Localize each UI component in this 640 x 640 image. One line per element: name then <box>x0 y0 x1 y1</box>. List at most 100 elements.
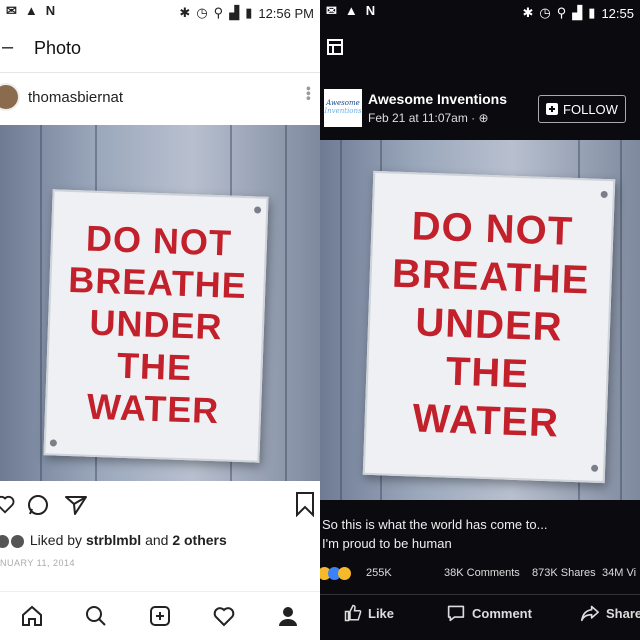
likes-line: Liked by strblmbl and 2 others <box>0 532 227 548</box>
post-date-text: Feb 21 at 11:07am · <box>368 111 479 125</box>
comment-count[interactable]: 38K Comments <box>444 567 520 579</box>
search-icon[interactable] <box>84 604 108 628</box>
sign-bolt <box>253 206 262 214</box>
sign-line: BREATHE <box>67 258 248 307</box>
window-icon[interactable] <box>326 38 344 56</box>
instagram-screen: ✉ ▲ N ✱ ◷ ⚲ ▟ ▮ 12:56 PM – Photo thomasb… <box>0 0 320 640</box>
page-title: Photo <box>34 38 82 58</box>
like-label: Like <box>368 605 395 621</box>
post-stats: 255K 38K Comments 873K Shares 34M Vi <box>320 566 640 584</box>
bottom-nav <box>0 591 320 640</box>
view-count: 34M Vi <box>602 567 637 579</box>
sign-line: BREATHE <box>391 251 591 303</box>
triangle-icon: ▲ <box>344 3 358 18</box>
page-name[interactable]: Awesome Inventions <box>368 91 507 107</box>
signal-icon: ▟ <box>229 5 240 20</box>
profile-icon[interactable] <box>276 604 300 628</box>
sign-bolt <box>49 439 57 447</box>
liked-by-prefix: Liked by <box>29 532 83 548</box>
warning-sign: DO NOT BREATHE UNDER THE WATER <box>362 170 616 484</box>
liker-avatar <box>0 534 9 548</box>
sign-bolt <box>591 464 599 472</box>
add-icon[interactable] <box>148 604 172 628</box>
post-header: thomasbiernat ••• <box>0 80 320 118</box>
like-button[interactable]: Like <box>344 604 394 622</box>
thumbs-up-icon <box>344 604 362 622</box>
more-options-icon[interactable]: ••• <box>301 86 317 101</box>
n-icon: N <box>365 3 376 18</box>
comment-button[interactable]: Comment <box>446 604 532 622</box>
sign-line: DO NOT <box>85 217 233 264</box>
post-photo[interactable]: DO NOT BREATHE UNDER THE WATER <box>320 140 640 500</box>
triangle-icon: ▲ <box>24 3 38 18</box>
sign-bolt <box>600 190 608 199</box>
share-label: Share <box>606 605 640 621</box>
liked-others[interactable]: 2 others <box>172 532 226 548</box>
fence-slat <box>285 125 287 481</box>
plus-icon <box>546 103 559 115</box>
gmail-icon: ✉ <box>6 3 17 18</box>
share-icon[interactable] <box>64 493 88 517</box>
location-icon: ⚲ <box>213 5 224 20</box>
share-arrow-icon <box>580 605 599 622</box>
bookmark-icon[interactable] <box>294 491 316 517</box>
n-icon: N <box>45 3 56 18</box>
fence-slat <box>340 140 342 500</box>
sad-reaction-icon <box>338 567 351 580</box>
sign-line: THE <box>445 349 530 397</box>
home-icon[interactable] <box>20 604 44 628</box>
bluetooth-icon: ✱ <box>179 5 191 20</box>
status-time: 12:55 <box>601 5 634 21</box>
share-button[interactable]: Share <box>580 604 640 622</box>
fence-slat <box>40 125 42 481</box>
caption-line: I'm proud to be human <box>322 536 452 551</box>
follow-label: FOLLOW <box>563 101 618 117</box>
like-heart-icon[interactable] <box>0 493 16 515</box>
post-header: Awesome Inventions Awesome Inventions Fe… <box>324 87 640 129</box>
post-caption: So this is what the world has come to...… <box>322 515 636 553</box>
post-actions <box>0 487 320 527</box>
sign-line: THE <box>116 344 193 389</box>
status-bar: ✉ ▲ N ✱ ◷ ⚲ ▟ ▮ 12:56 PM <box>0 0 320 26</box>
liked-and: and <box>145 532 169 548</box>
alarm-icon: ◷ <box>196 5 208 20</box>
logo-text: Inventions <box>324 107 362 115</box>
page-logo[interactable]: Awesome Inventions <box>324 89 362 127</box>
reaction-count[interactable]: 255K <box>366 567 392 579</box>
follow-button[interactable]: FOLLOW <box>538 95 626 123</box>
comment-label: Comment <box>472 605 532 621</box>
avatar[interactable] <box>0 83 20 111</box>
globe-icon: ⊕ <box>478 111 489 125</box>
facebook-screen: ✉ ▲ N ✱ ◷ ⚲ ▟ ▮ 12:55 Awesome Inventions… <box>320 0 640 640</box>
back-button[interactable]: – <box>2 36 13 59</box>
post-photo[interactable]: DO NOT BREATHE UNDER THE WATER <box>0 125 320 481</box>
status-bar: ✉ ▲ N ✱ ◷ ⚲ ▟ ▮ 12:55 <box>320 0 640 26</box>
caption-line: So this is what the world has come to... <box>322 517 548 532</box>
bluetooth-icon: ✱ <box>522 5 534 20</box>
post-username[interactable]: thomasbiernat <box>28 89 123 106</box>
battery-icon: ▮ <box>245 5 253 20</box>
gmail-icon: ✉ <box>326 3 337 18</box>
liked-user[interactable]: strblmbl <box>86 532 141 548</box>
post-date: Feb 21 at 11:07am · ⊕ <box>368 111 489 125</box>
warning-sign: DO NOT BREATHE UNDER THE WATER <box>43 189 269 463</box>
sign-line: WATER <box>86 385 220 432</box>
sign-line: WATER <box>411 396 560 446</box>
post-actions: Like Comment Share <box>320 594 640 631</box>
liker-avatar <box>11 534 24 548</box>
fence-slat <box>620 140 622 500</box>
comment-icon[interactable] <box>26 493 50 517</box>
status-time: 12:56 PM <box>258 5 314 21</box>
heart-icon[interactable] <box>212 604 236 628</box>
location-icon: ⚲ <box>556 5 567 20</box>
post-date: NUARY 11, 2014 <box>0 558 76 568</box>
sign-line: DO NOT <box>410 204 574 254</box>
sign-line: UNDER <box>414 300 564 350</box>
sign-line: UNDER <box>88 301 224 348</box>
signal-icon: ▟ <box>572 5 583 20</box>
alarm-icon: ◷ <box>539 5 551 20</box>
comment-icon <box>447 605 465 622</box>
share-count[interactable]: 873K Shares <box>532 567 596 579</box>
ig-header: – Photo <box>0 26 320 73</box>
battery-icon: ▮ <box>588 5 596 20</box>
